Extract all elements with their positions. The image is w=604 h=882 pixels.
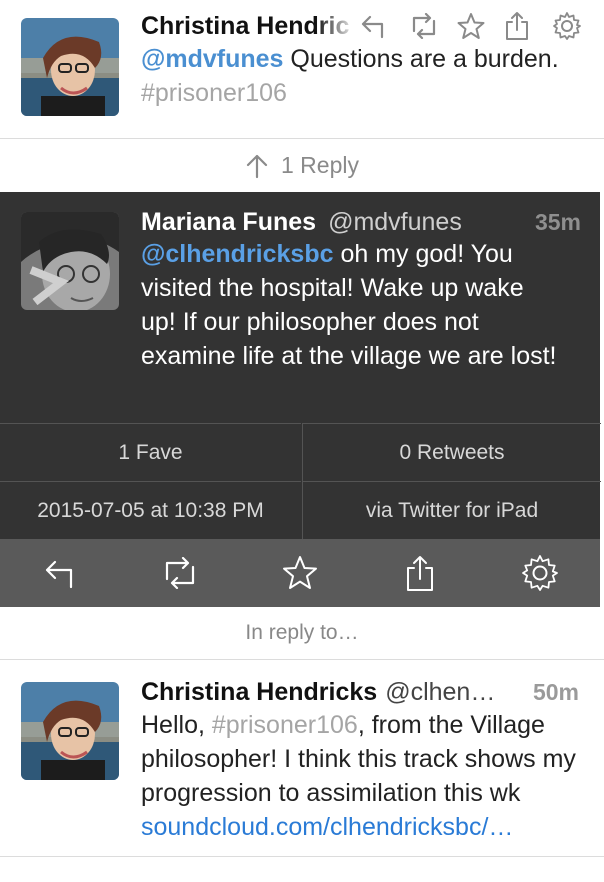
- tweet-text: @mdvfunes Questions are a burden. #priso…: [141, 42, 561, 110]
- reply-icon[interactable]: [30, 543, 90, 603]
- soundcloud-link[interactable]: soundcloud.com/clhendricksbc/…: [141, 813, 513, 841]
- reply-count-row[interactable]: 1 Reply: [0, 139, 604, 192]
- tweet-stats: 1 Fave 0 Retweets 2015-07-05 at 10:38 PM…: [0, 423, 601, 539]
- faves-count: 1 Fave: [118, 440, 183, 464]
- reply-count-label: 1 Reply: [281, 152, 359, 178]
- tweet-source: via Twitter for iPad: [365, 498, 539, 522]
- avatar-christina[interactable]: [21, 18, 119, 116]
- faves-count-cell[interactable]: 1 Fave: [0, 423, 301, 481]
- hashtag-link[interactable]: #prisoner106: [212, 711, 358, 739]
- avatar-mariana[interactable]: [21, 212, 119, 310]
- settings-icon[interactable]: [510, 543, 570, 603]
- mention-link[interactable]: @clhendricksbc: [141, 240, 334, 268]
- share-icon[interactable]: [504, 10, 552, 42]
- retweet-icon[interactable]: [150, 543, 210, 603]
- tweet-text-body: Questions are a burden.: [283, 45, 559, 73]
- tweet-text: Hello, #prisoner106, from the Village ph…: [141, 708, 581, 844]
- author-handle[interactable]: @mdvfunes: [328, 208, 462, 236]
- tweet-time: 35m: [534, 209, 581, 235]
- tweet-header: Christina Hendricks @clhen… 50m: [141, 674, 579, 710]
- author-name[interactable]: Christina Hendricks: [141, 678, 377, 706]
- name-fade: [316, 8, 356, 44]
- timestamp-cell: 2015-07-05 at 10:38 PM: [0, 481, 301, 539]
- in-reply-to-label: In reply to…: [245, 621, 359, 644]
- tweet-text: @clhendricksbc oh my god! You visited th…: [141, 237, 561, 373]
- source-cell[interactable]: via Twitter for iPad: [302, 481, 601, 539]
- hashtag-link[interactable]: #prisoner106: [141, 79, 287, 107]
- tweet-christina-top[interactable]: Christina Hendric @mdvfunes Questions ar…: [0, 0, 604, 139]
- favorite-icon[interactable]: [456, 10, 504, 42]
- favorite-icon[interactable]: [270, 543, 330, 603]
- retweet-icon[interactable]: [408, 10, 456, 42]
- author-name[interactable]: Mariana Funes: [141, 208, 316, 236]
- arrow-up-icon: [246, 154, 268, 178]
- share-icon[interactable]: [390, 543, 450, 603]
- tweet-actions: [360, 10, 600, 42]
- tweet-christina-parent[interactable]: Christina Hendricks @clhen… 50m Hello, #p…: [0, 660, 604, 857]
- retweets-count-cell[interactable]: 0 Retweets: [302, 423, 601, 481]
- avatar-christina[interactable]: [21, 682, 119, 780]
- settings-icon[interactable]: [552, 10, 600, 42]
- tweet-time: 50m: [532, 679, 579, 705]
- action-toolbar: [0, 539, 600, 607]
- reply-icon[interactable]: [360, 10, 408, 42]
- mention-link[interactable]: @mdvfunes: [141, 45, 283, 73]
- tweet-timestamp: 2015-07-05 at 10:38 PM: [37, 498, 264, 522]
- author-handle[interactable]: @clhen…: [385, 678, 495, 706]
- tweet-header: Mariana Funes @mdvfunes 35m: [141, 204, 581, 240]
- tweet-mariana-focused: Mariana Funes @mdvfunes 35m @clhendricksb…: [0, 192, 600, 423]
- in-reply-to-row[interactable]: In reply to…: [0, 607, 604, 660]
- tweet-text-body: Hello,: [141, 711, 212, 739]
- retweets-count: 0 Retweets: [399, 440, 505, 464]
